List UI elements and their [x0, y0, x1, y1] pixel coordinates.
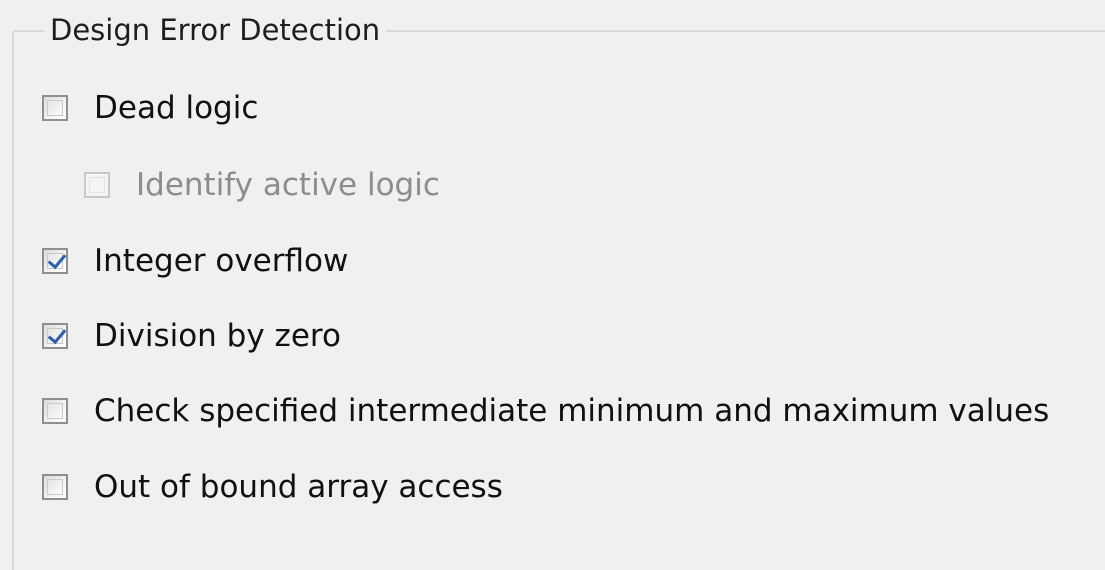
check-intermediate-values-option[interactable]: Check specified intermediate minimum and…: [42, 391, 1049, 431]
group-title: Design Error Detection: [44, 10, 387, 50]
out-of-bound-array-access-option[interactable]: Out of bound array access: [42, 467, 503, 507]
integer-overflow-checkbox[interactable]: [42, 248, 68, 274]
identify-active-logic-label: Identify active logic: [136, 167, 440, 203]
out-of-bound-array-access-checkbox[interactable]: [42, 474, 68, 500]
identify-active-logic-checkbox[interactable]: [84, 172, 110, 198]
identify-active-logic-option[interactable]: Identify active logic: [84, 165, 440, 205]
check-intermediate-values-label: Check specified intermediate minimum and…: [94, 393, 1050, 429]
dead-logic-label: Dead logic: [94, 90, 259, 126]
division-by-zero-option[interactable]: Division by zero: [42, 316, 341, 356]
division-by-zero-checkbox[interactable]: [42, 323, 68, 349]
out-of-bound-array-access-label: Out of bound array access: [94, 469, 503, 505]
dead-logic-checkbox[interactable]: [42, 95, 68, 121]
check-intermediate-values-checkbox[interactable]: [42, 398, 68, 424]
integer-overflow-option[interactable]: Integer overflow: [42, 241, 348, 281]
integer-overflow-label: Integer overflow: [94, 243, 349, 279]
dead-logic-option[interactable]: Dead logic: [42, 88, 258, 128]
division-by-zero-label: Division by zero: [94, 318, 341, 354]
